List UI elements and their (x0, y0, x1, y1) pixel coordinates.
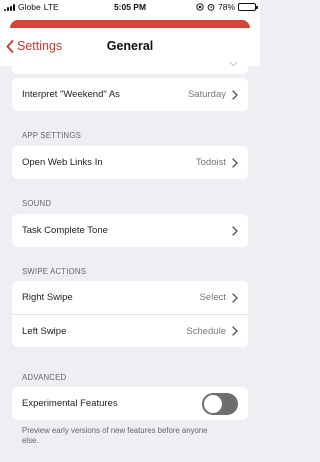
general-card: Interpret "Weekend" As Saturday (12, 78, 248, 111)
sound-header: SOUND (22, 199, 52, 208)
left-swipe-value: Schedule (186, 325, 226, 337)
open-web-links-row[interactable]: Open Web Links In Todoist (12, 146, 248, 179)
chevron-right-icon (232, 89, 238, 100)
task-complete-tone-row[interactable]: Task Complete Tone (12, 214, 248, 247)
status-bar: Globe LTE 5:05 PM 78% (0, 0, 260, 14)
battery-icon (238, 3, 258, 11)
chevron-right-icon (232, 326, 238, 336)
interpret-weekend-label: Interpret "Weekend" As (22, 89, 120, 100)
status-indicators: 78% (196, 2, 258, 12)
app-settings-header: APP SETTINGS (22, 131, 82, 140)
sound-card: Task Complete Tone (12, 214, 248, 247)
right-swipe-value: Select (199, 292, 226, 303)
app-settings-card: Open Web Links In Todoist (12, 146, 248, 179)
previous-row-stub (12, 60, 248, 74)
task-complete-tone-label: Task Complete Tone (22, 225, 108, 236)
location-icon (196, 3, 204, 11)
toggle-knob (204, 394, 222, 413)
navigation-bar: Settings General (0, 14, 260, 66)
interpret-weekend-row[interactable]: Interpret "Weekend" As Saturday (12, 78, 248, 111)
advanced-card: Experimental Features (12, 387, 248, 420)
experimental-features-toggle[interactable] (202, 392, 238, 415)
interpret-weekend-value: Saturday (187, 89, 226, 100)
swipe-actions-card: Right Swipe Select Left Swipe Schedule (12, 281, 248, 347)
experimental-features-row: Experimental Features (12, 387, 248, 420)
right-swipe-label: Right Swipe (22, 292, 73, 303)
battery-percent: 78% (217, 2, 235, 12)
experimental-features-label: Experimental Features (22, 398, 118, 409)
left-swipe-label: Left Swipe (22, 325, 67, 337)
page-title: General (106, 39, 154, 53)
chevron-right-icon (232, 292, 238, 303)
open-web-links-value: Todoist (195, 157, 226, 168)
alarm-icon (207, 4, 215, 11)
chevron-right-icon (232, 157, 238, 168)
advanced-header: ADVANCED (22, 373, 67, 382)
swipe-actions-header: SWIPE ACTIONS (22, 267, 87, 276)
experimental-features-footnote: Preview early versions of new features b… (22, 426, 208, 445)
open-web-links-label: Open Web Links In (22, 157, 103, 168)
chevron-right-icon (232, 225, 238, 236)
right-swipe-row[interactable]: Right Swipe Select (12, 281, 248, 314)
left-swipe-row[interactable]: Left Swipe Schedule (12, 314, 248, 347)
